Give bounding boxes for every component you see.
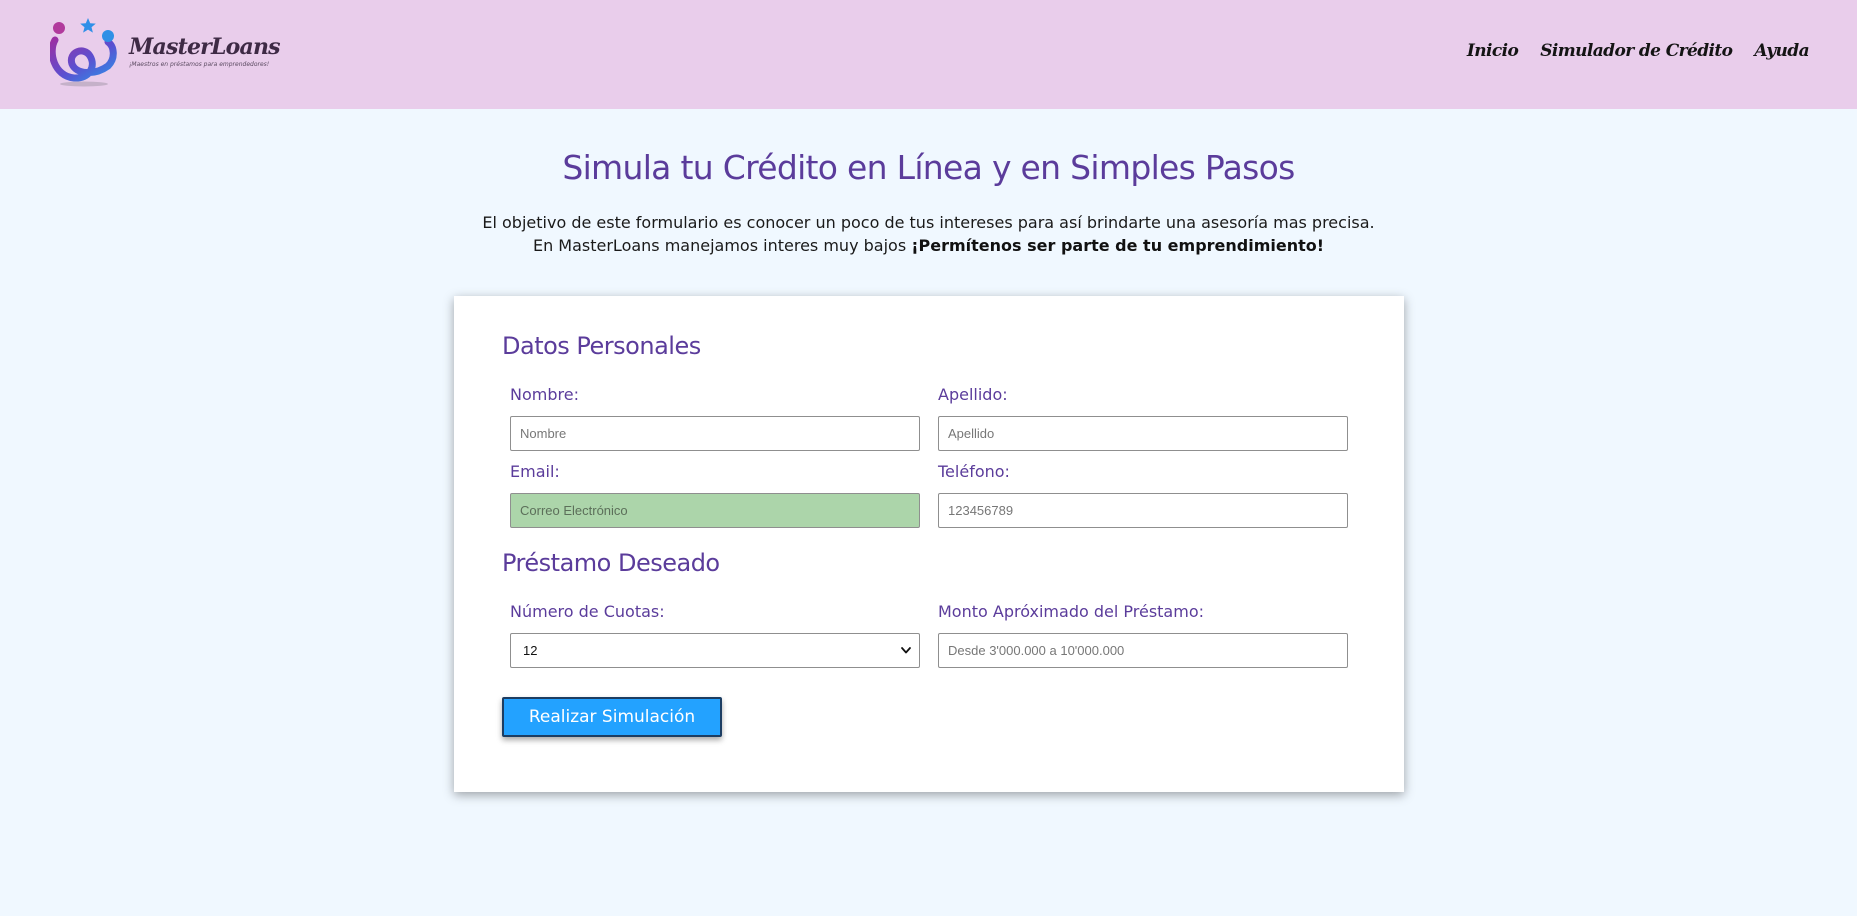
intro-line-2: En MasterLoans manejamos interes muy baj…: [0, 234, 1857, 257]
section-title-personal: Datos Personales: [502, 332, 701, 360]
main-nav: Inicio Simulador de Crédito Ayuda: [1467, 41, 1810, 61]
masterloans-logo-icon: [50, 18, 117, 87]
realizar-simulacion-button[interactable]: Realizar Simulación: [502, 697, 722, 737]
telefono-label: Teléfono:: [938, 462, 1010, 481]
email-input[interactable]: [510, 493, 920, 528]
page-title: Simula tu Crédito en Línea y en Simples …: [562, 148, 1295, 187]
nombre-input[interactable]: [510, 416, 920, 451]
site-header: MasterLoans ¡Maestros en préstamos para …: [0, 0, 1857, 109]
brand-name: MasterLoans: [129, 33, 281, 60]
brand-logo[interactable]: MasterLoans ¡Maestros en préstamos para …: [50, 18, 281, 90]
nav-ayuda[interactable]: Ayuda: [1754, 41, 1809, 61]
apellido-label: Apellido:: [938, 385, 1008, 404]
cuotas-label: Número de Cuotas:: [510, 602, 665, 621]
monto-input[interactable]: [938, 633, 1348, 668]
chevron-down-icon: [901, 647, 911, 654]
telefono-input[interactable]: [938, 493, 1348, 528]
nav-inicio[interactable]: Inicio: [1467, 41, 1519, 61]
cuotas-selected-value: 12: [523, 643, 538, 658]
nombre-label: Nombre:: [510, 385, 579, 404]
monto-label: Monto Apróximado del Préstamo:: [938, 602, 1204, 621]
email-label: Email:: [510, 462, 560, 481]
brand-tagline: ¡Maestros en préstamos para emprendedore…: [129, 60, 270, 68]
cuotas-select[interactable]: 12: [510, 633, 920, 668]
intro-emphasis: ¡Permítenos ser parte de tu emprendimien…: [911, 236, 1325, 255]
nav-simulador-credito[interactable]: Simulador de Crédito: [1540, 41, 1733, 61]
intro-line-2-text: En MasterLoans manejamos interes muy baj…: [532, 236, 912, 255]
section-title-loan: Préstamo Deseado: [502, 549, 720, 577]
apellido-input[interactable]: [938, 416, 1348, 451]
intro-text: El objetivo de este formulario es conoce…: [0, 211, 1857, 257]
intro-line-1: El objetivo de este formulario es conoce…: [482, 213, 1375, 232]
credit-simulation-form: Datos Personales Nombre: Apellido: Email…: [454, 296, 1404, 792]
